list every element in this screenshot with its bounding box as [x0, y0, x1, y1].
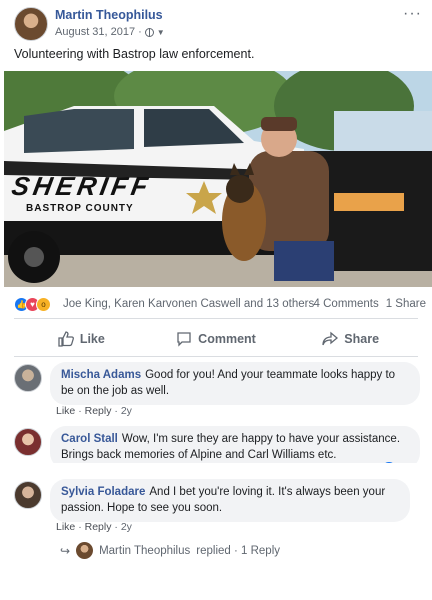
share-label: Share: [344, 332, 380, 346]
comment-icon: [177, 332, 191, 347]
author-avatar[interactable]: [14, 7, 48, 41]
footer-sep: ·: [78, 405, 82, 417]
post-stats: 4 Comments 1 Share: [314, 298, 426, 310]
post-actions: Like Comment Share: [14, 323, 418, 355]
commenter-name[interactable]: Mischa Adams: [61, 369, 141, 381]
comment-footer: Like · Reply · 2y: [56, 405, 132, 417]
like-button[interactable]: Like: [14, 323, 149, 355]
comment-text: And I bet you're loving it. It's always …: [149, 486, 386, 498]
view-replies-link[interactable]: ↪ Martin Theophilus replied · 1 Reply: [60, 542, 280, 559]
share-count[interactable]: 1 Share: [386, 298, 426, 310]
facebook-post: Martin Theophilus August 31, 2017 · ▼ ··…: [0, 0, 432, 600]
comment-footer: Like · Reply · 2y: [56, 521, 132, 533]
post-photo[interactable]: SHERIFF BASTROP COUNTY: [4, 71, 432, 287]
meta-separator: ·: [138, 26, 142, 38]
car-text-county: BASTROP COUNTY: [26, 203, 134, 214]
author-name[interactable]: Martin Theophilus: [55, 8, 163, 22]
post-date[interactable]: August 31, 2017: [55, 26, 135, 38]
reaction-names[interactable]: Joe King, Karen Karvonen Caswell and 13 …: [63, 298, 314, 310]
commenter-name[interactable]: Carol Stall: [61, 433, 118, 445]
section-gap: [0, 463, 432, 471]
comment-item: Carol Stall Wow, I'm sure they are happy …: [14, 426, 424, 470]
reply-arrow-icon: ↪: [60, 543, 71, 558]
divider: [14, 318, 418, 319]
footer-sep: ·: [78, 521, 82, 533]
chevron-down-icon[interactable]: ▼: [157, 28, 165, 37]
comment-label: Comment: [198, 332, 256, 346]
divider: [14, 356, 418, 357]
globe-icon[interactable]: [144, 27, 154, 37]
comment-age[interactable]: 2y: [121, 405, 132, 417]
comment-age[interactable]: 2y: [121, 521, 132, 533]
car-text-sheriff: SHERIFF: [9, 171, 154, 201]
comment-text: Good for you! And your teammate looks ha…: [145, 369, 396, 381]
comment-text: Wow, I'm sure they are happy to have you…: [121, 433, 401, 445]
comment-item: Mischa Adams Good for you! And your teamm…: [14, 362, 424, 422]
replier-name: Martin Theophilus: [99, 544, 191, 557]
share-button[interactable]: Share: [283, 323, 418, 355]
commenter-avatar[interactable]: [14, 428, 42, 456]
commenter-name[interactable]: Sylvia Foladare: [61, 486, 145, 498]
comment-text-cont: passion. Hope to see you soon.: [61, 501, 223, 514]
comment-like-link[interactable]: Like: [56, 405, 75, 417]
post-meta: August 31, 2017 · ▼: [55, 26, 165, 38]
comment-item: Sylvia Foladare And I bet you're loving i…: [14, 479, 424, 539]
comment-button[interactable]: Comment: [149, 323, 284, 355]
comment-reply-link[interactable]: Reply: [85, 521, 112, 533]
comment-bubble: Mischa Adams Good for you! And your teamm…: [50, 362, 420, 405]
reactions-bar: 👍 ♥ o Joe King, Karen Karvonen Caswell a…: [14, 297, 426, 313]
comment-bubble: Sylvia Foladare And I bet you're loving i…: [50, 479, 410, 522]
wow-icon: o: [36, 297, 51, 312]
share-icon: [322, 331, 339, 346]
post-status-text: Volunteering with Bastrop law enforcemen…: [14, 47, 255, 61]
comment-like-link[interactable]: Like: [56, 521, 75, 533]
comment-reply-link[interactable]: Reply: [85, 405, 112, 417]
more-options-button[interactable]: ···: [403, 5, 422, 23]
comments-count[interactable]: 4 Comments: [314, 298, 379, 310]
comment-text-cont: Brings back memories of Alpine and Carl …: [61, 448, 337, 461]
footer-sep: ·: [114, 405, 118, 417]
commenter-avatar[interactable]: [14, 481, 42, 509]
footer-sep: ·: [114, 521, 118, 533]
replier-avatar: [76, 542, 94, 559]
comment-text-cont: be on the job as well.: [61, 384, 170, 397]
reaction-icons[interactable]: 👍 ♥ o: [14, 297, 51, 312]
like-label: Like: [79, 332, 105, 346]
post-header: Martin Theophilus August 31, 2017 · ▼ ··…: [14, 5, 424, 41]
commenter-avatar[interactable]: [14, 364, 42, 392]
reply-count-text: replied · 1 Reply: [196, 544, 280, 557]
thumbs-up-icon: [58, 331, 74, 347]
